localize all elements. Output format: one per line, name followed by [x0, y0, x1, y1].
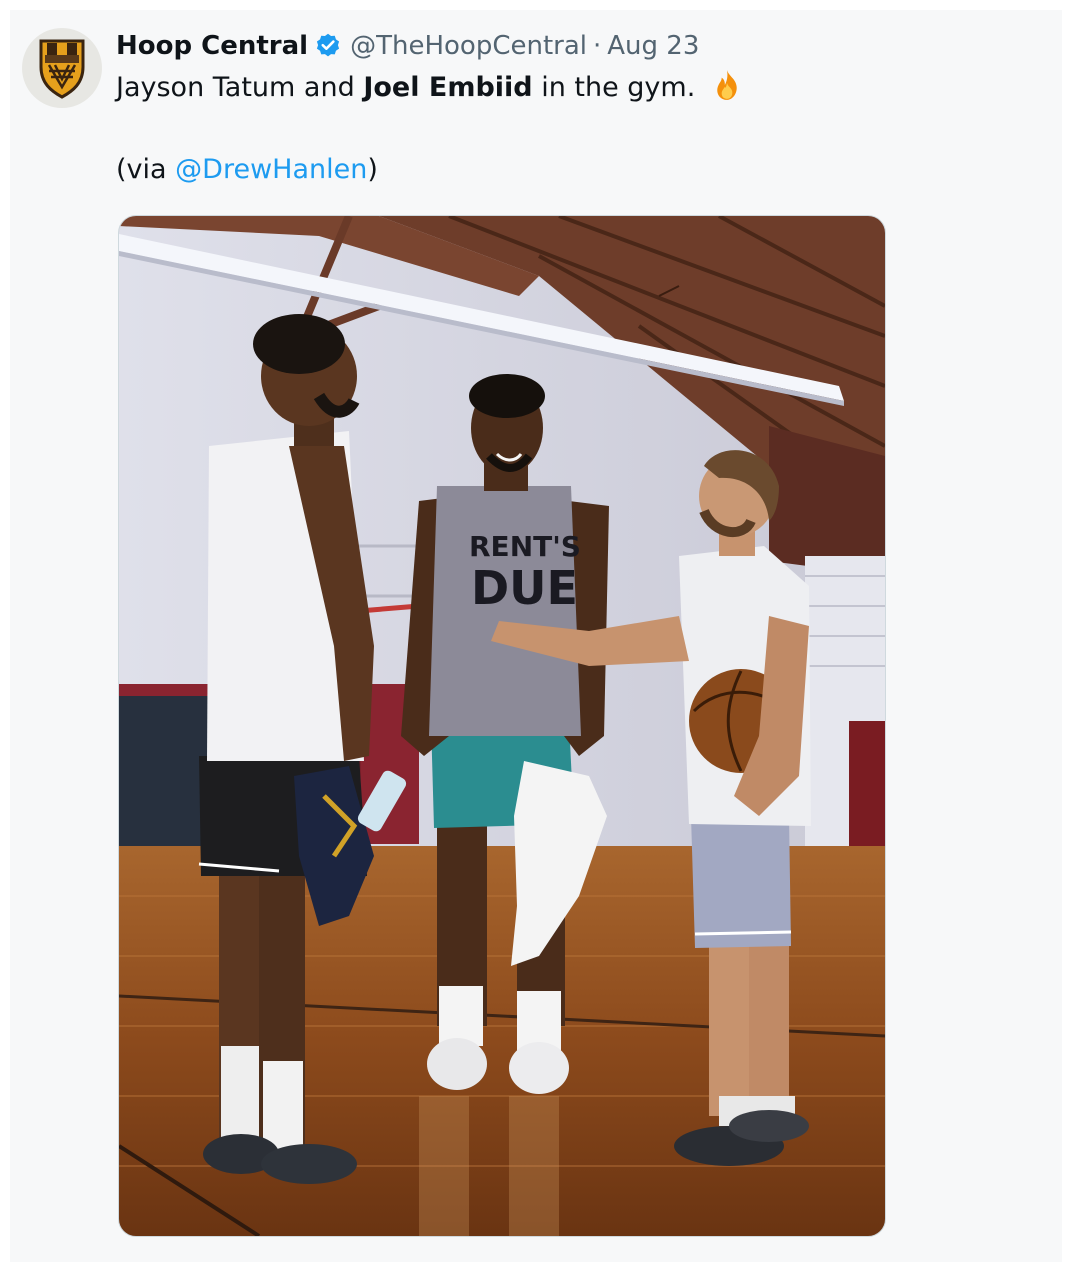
via-prefix: (via — [116, 154, 176, 185]
tweet-text-part2: in the gym. — [532, 72, 696, 103]
fire-icon — [710, 68, 744, 114]
jersey-text-line2: DUE — [471, 561, 578, 615]
display-name[interactable]: Hoop Central — [116, 31, 308, 61]
hoop-central-logo-icon — [39, 39, 85, 99]
separator-dot: · — [593, 31, 602, 61]
via-mention-link[interactable]: @DrewHanlen — [175, 154, 367, 185]
tweet-text: Jayson Tatum and Joel Embiid in the gym. — [116, 68, 744, 114]
via-line: (via @DrewHanlen) — [116, 150, 378, 190]
tweet-text-bold-name: Joel Embiid — [363, 72, 533, 103]
tweet-header: Hoop Central @TheHoopCentral · Aug 23 — [116, 28, 699, 64]
avatar[interactable] — [22, 28, 102, 108]
tweet-date[interactable]: Aug 23 — [607, 31, 699, 61]
jersey-text-line1: RENT'S — [469, 530, 581, 563]
tweet-card[interactable]: Hoop Central @TheHoopCentral · Aug 23 Ja… — [10, 10, 1062, 1262]
tweet-text-part1: Jayson Tatum and — [116, 72, 364, 103]
verified-badge-icon — [314, 32, 342, 60]
user-handle[interactable]: @TheHoopCentral — [350, 31, 587, 61]
via-suffix: ) — [367, 154, 378, 185]
tweet-photo[interactable]: RENT'S DUE — [118, 215, 886, 1237]
